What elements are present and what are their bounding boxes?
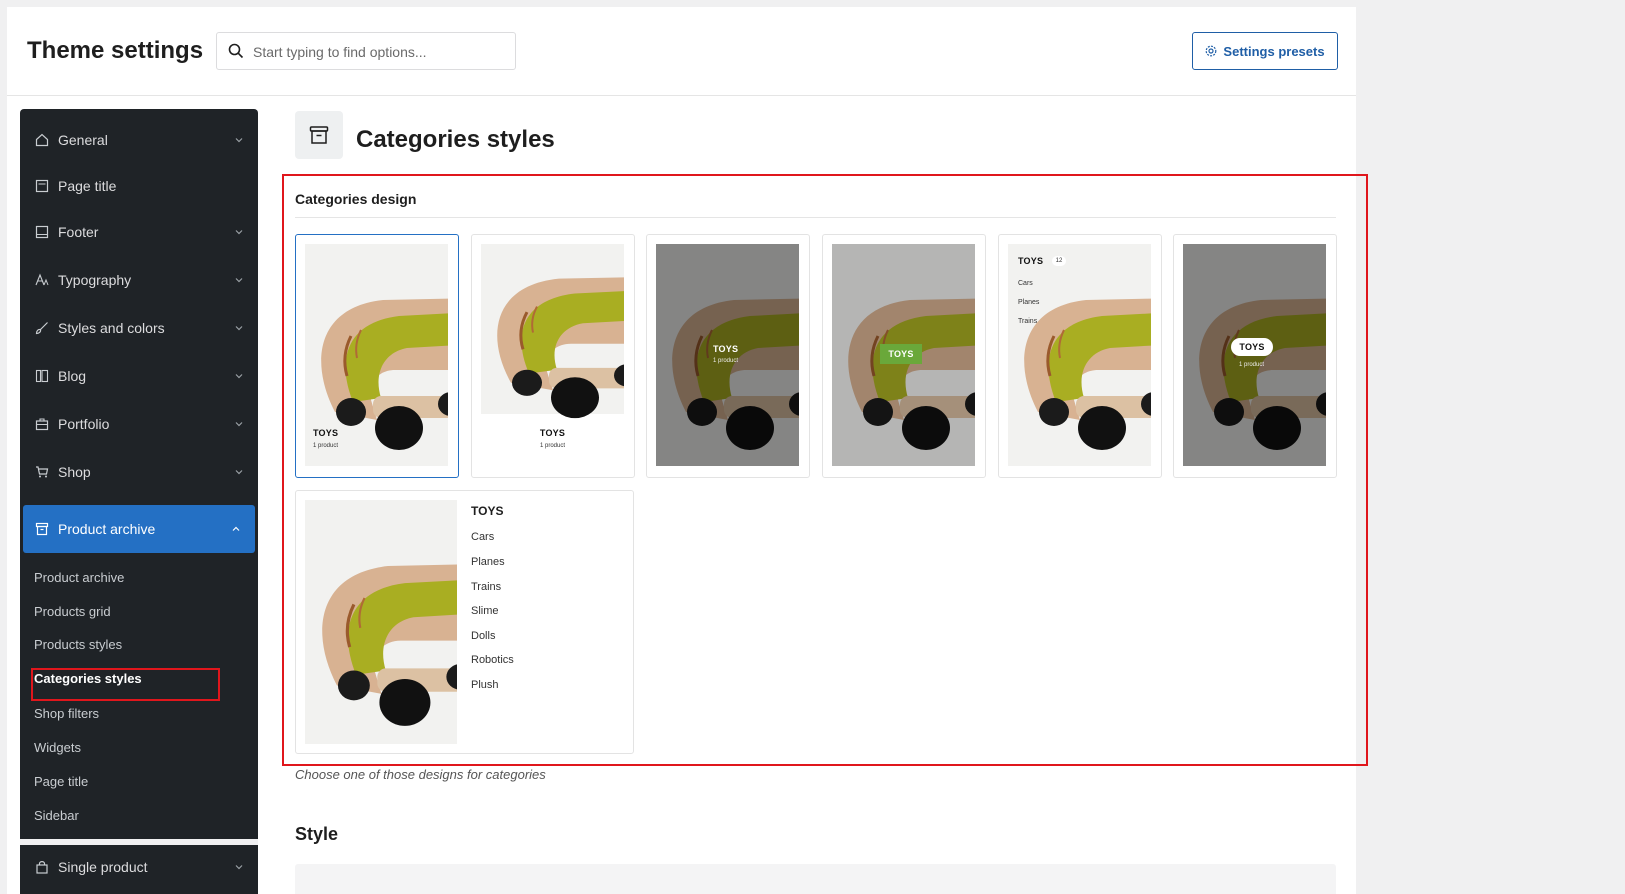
sidebar-item-label: Product archive <box>58 521 156 537</box>
sidebar-item-product-archive[interactable]: Product archive <box>23 505 255 553</box>
chevron-down-icon <box>235 374 243 379</box>
style-title: Style <box>295 824 339 844</box>
sidebar-item-blog[interactable]: Blog <box>20 354 258 398</box>
sidebar-item-label: Single product <box>58 859 148 875</box>
chevron-down-icon <box>235 470 243 475</box>
gear-icon <box>1206 45 1217 57</box>
sidebar-item-general[interactable]: General <box>20 118 258 162</box>
sub-item-widgets[interactable]: Widgets <box>34 740 81 755</box>
sidebar-item-page-title[interactable]: Page title <box>20 164 258 208</box>
sidebar-item-single-product[interactable]: Single product <box>20 845 258 889</box>
home-icon <box>34 132 50 148</box>
sidebar-item-styles-and-colors[interactable]: Styles and colors <box>20 306 258 350</box>
bag-icon <box>34 859 50 875</box>
search-icon <box>228 43 244 59</box>
style-field[interactable] <box>295 864 1336 894</box>
sub-item-shop-filters[interactable]: Shop filters <box>34 706 99 721</box>
sidebar-item-portfolio[interactable]: Portfolio <box>20 402 258 446</box>
sidebar-item-label: Page title <box>58 178 117 194</box>
sidebar-item-label: General <box>58 132 108 148</box>
sidebar-item-label: Blog <box>58 368 87 384</box>
chevron-down-icon <box>235 422 243 427</box>
sub-item-products-styles[interactable]: Products styles <box>34 637 122 652</box>
briefcase-icon <box>34 416 50 432</box>
blog-icon <box>34 368 50 384</box>
sidebar-item-label: Portfolio <box>58 416 110 432</box>
footer-icon <box>34 224 50 240</box>
sidebar-item-label: Typography <box>58 272 132 288</box>
highlight-box-sidebar <box>31 668 220 701</box>
sidebar-item-label: Footer <box>58 224 99 240</box>
settings-presets-label: Settings presets <box>1223 43 1325 59</box>
page-header: Theme settings Settings presets <box>7 7 1356 96</box>
sidebar-item-typography[interactable]: Typography <box>20 258 258 302</box>
sidebar-item-shop[interactable]: Shop <box>20 450 258 494</box>
chevron-down-icon <box>235 865 243 870</box>
brush-icon <box>34 320 50 336</box>
cart-icon <box>34 464 50 480</box>
search-input[interactable] <box>253 41 503 63</box>
typography-icon <box>34 272 50 288</box>
chevron-down-icon <box>235 278 243 283</box>
sidebar: General Page title Footer Typography Sty… <box>20 109 258 894</box>
page-icon <box>34 178 50 194</box>
chevron-up-icon <box>232 526 240 531</box>
sidebar-item-footer[interactable]: Footer <box>20 210 258 254</box>
archive-icon <box>34 521 50 537</box>
chevron-down-icon <box>235 326 243 331</box>
section-title: Categories styles <box>356 126 555 153</box>
sub-item-page-title[interactable]: Page title <box>34 774 88 789</box>
chevron-down-icon <box>235 138 243 143</box>
archive-icon <box>309 126 329 144</box>
search-box[interactable] <box>216 32 516 70</box>
sidebar-item-label: Shop <box>58 464 91 480</box>
sub-item-sidebar[interactable]: Sidebar <box>34 808 79 823</box>
page-title: Theme settings <box>27 37 204 64</box>
section-icon <box>295 111 343 159</box>
help-text: Choose one of those designs for categori… <box>295 767 546 782</box>
sidebar-item-label: Styles and colors <box>58 320 165 336</box>
sub-item-products-grid[interactable]: Products grid <box>34 604 111 619</box>
settings-presets-button[interactable]: Settings presets <box>1192 32 1338 70</box>
highlight-box-designs <box>282 174 1368 766</box>
sub-item-product-archive[interactable]: Product archive <box>34 570 124 585</box>
chevron-down-icon <box>235 230 243 235</box>
